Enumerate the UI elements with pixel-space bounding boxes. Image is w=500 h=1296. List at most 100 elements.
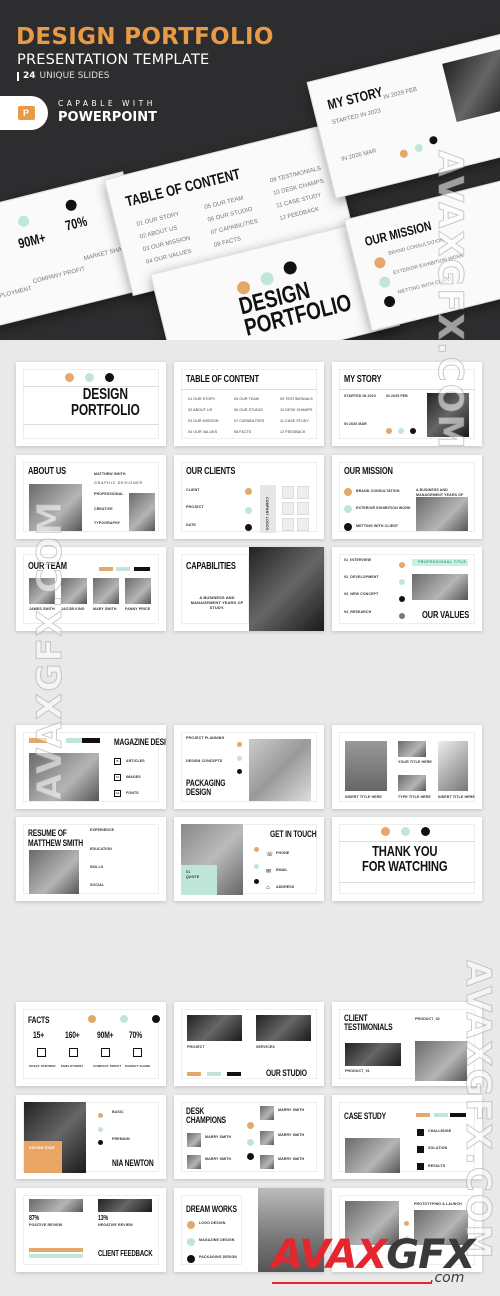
count-label: UNIQUE SLIDES — [39, 71, 110, 81]
orange-dot — [187, 1221, 195, 1229]
story-item: IN 2026 MAR — [344, 422, 367, 426]
count-number: 24 — [23, 71, 36, 81]
mint-dot — [245, 507, 252, 514]
clients-item: CLIENT — [186, 488, 200, 492]
hero-title: DESIGN PORTFOLIO — [16, 24, 274, 50]
gallery-caption: YOUR TITLE HERE — [398, 760, 432, 764]
negative-label: NEGATIVE REVIEW — [98, 1223, 133, 1227]
packaging-item: PROJECT PLANNING — [186, 736, 225, 740]
studio-item: PROJECT — [187, 1045, 205, 1049]
toc-item: 06 OUR STUDIO — [234, 408, 263, 412]
company-logo-icon — [282, 486, 294, 499]
black-dot — [382, 294, 397, 309]
resume-section: EXPERIENCE — [90, 828, 115, 832]
photo — [256, 1015, 311, 1041]
newton-name: NIA NEWTON — [112, 1158, 154, 1168]
magazine-title: MAGAZINE DESIGN — [114, 737, 166, 747]
bar-icon — [17, 71, 19, 81]
mint-dot — [344, 505, 352, 513]
slide-thanks[interactable]: THANK YOU FOR WATCHING — [332, 817, 482, 901]
toc-col-3: 09 TESTIMONIALS 10 DESK CHAMPS 11 CASE S… — [269, 163, 332, 226]
orange-dot — [254, 847, 259, 852]
about-title: ABOUT US — [28, 466, 66, 477]
fact-value: 15+ — [33, 1030, 45, 1040]
preview-mission: OUR MISSION BRAND CONSULTATION EXTERIOR … — [343, 173, 500, 332]
photo — [398, 775, 426, 791]
fact-label: EMPLOYMENT — [0, 285, 33, 302]
orange-dot — [381, 827, 390, 836]
logo-underline — [272, 1282, 432, 1284]
toc-col-2: 05 OUR TEAM 06 OUR STUDIO 07 CAPABILITIE… — [203, 191, 262, 253]
slide-facts[interactable]: FACTS 15+ GREAT PARTNER 160+ EMPLOYMENT 90M+… — [16, 1002, 166, 1086]
champion-name: MARRY SMITH — [278, 1157, 305, 1161]
photo — [442, 49, 500, 123]
team-member-name: MARY SMITH — [93, 607, 117, 611]
orange-dot — [373, 256, 387, 270]
packaging-item: DESIGN CONCEPTS — [186, 759, 223, 763]
black-swatch — [82, 738, 100, 743]
fact-label: EMPLOYMENT — [61, 1064, 84, 1068]
toc-item: 10 DESK CHAMPS — [280, 408, 313, 412]
quote-card: 01 QUOTE — [181, 865, 217, 895]
card-number: 01 — [186, 870, 191, 874]
slide-gallery[interactable]: INSERT TITLE HERE YOUR TITLE HERE TYPE T… — [332, 725, 482, 809]
photo — [345, 1043, 401, 1066]
gallery-caption: INSERT TITLE HERE — [345, 795, 382, 799]
slide-toc[interactable]: TABLE OF CONTENT 01 OUR STORY 02 ABOUT US… — [174, 362, 324, 446]
black-dot — [187, 1255, 195, 1263]
photo — [345, 1138, 400, 1173]
fact-label: GREAT PARTNER — [29, 1064, 56, 1068]
orange-dot — [65, 373, 74, 382]
fact-icon — [133, 1048, 142, 1057]
clients-item: DATE — [186, 523, 196, 527]
slide-resume[interactable]: RESUME OF MATTHEW SMITH EXPERIENCE EDUCA… — [16, 817, 166, 901]
slide-cover[interactable]: DESIGN PORTFOLIO — [16, 362, 166, 446]
card-label: DESIGN STAR — [29, 1146, 55, 1150]
values-item: 02_DEVELOPMENT — [344, 575, 379, 579]
mission-item: BRAND CONSULTATION — [356, 489, 400, 493]
champion-name: MARRY SMITH — [278, 1133, 305, 1137]
black-dot — [254, 879, 259, 884]
studio-item: SERVICES — [256, 1045, 275, 1049]
champions-title: DESK CHAMPIONS — [186, 1107, 226, 1125]
title-line: DESIGN — [186, 787, 211, 797]
slide-capabilities[interactable]: CAPABILITIES A BUSINESS AND MANAGEMENT Y… — [174, 547, 324, 631]
about-name: MATTHEW SMITH — [94, 472, 126, 476]
black-dot — [344, 523, 352, 531]
slide-studio[interactable]: PROJECT SERVICES OUR STUDIO — [174, 1002, 324, 1086]
black-dot — [399, 596, 405, 602]
slide-packaging[interactable]: PROJECT PLANNING DESIGN CONCEPTS PACKAGI… — [174, 725, 324, 809]
orange-swatch — [187, 1072, 201, 1076]
capabilities-quote: A BUSINESS AND MANAGEMENT YEARS OF STUDY… — [190, 595, 244, 610]
slide-clients[interactable]: OUR CLIENTS CLIENT PROJECT DATE COMPANY … — [174, 455, 324, 539]
team-member-name: FANNY PRICE — [125, 607, 151, 611]
mint-dot — [398, 428, 404, 434]
magazine-item-icon: M — [114, 774, 121, 781]
values-item: 04_RESEARCH — [344, 610, 372, 614]
phone-icon: ☏ — [266, 852, 274, 858]
slide-values[interactable]: 01_INTERVIEW 02_DEVELOPMENT 03_NEW CONCE… — [332, 547, 482, 631]
slide-mission[interactable]: OUR MISSION BRAND CONSULTATION EXTERIOR … — [332, 455, 482, 539]
logos-band: COMPANY LOGOS — [260, 485, 276, 533]
magazine-item-icon: Aa — [114, 790, 121, 797]
slide-newton[interactable]: DESIGN STAR BASIC PREMIUM NIA NEWTON — [16, 1095, 166, 1179]
team-photo — [125, 578, 151, 604]
mission-item: EXTERIOR EXHIBITION WORK — [356, 506, 411, 510]
studio-title: OUR STUDIO — [266, 1068, 307, 1078]
slide-feedback[interactable]: 87% POSITIVE REVIEW 13% NEGATIVE REVIEW … — [16, 1188, 166, 1272]
newton-item: BASIC — [112, 1110, 124, 1114]
badge-label: PROFESSIONAL TITLE — [418, 560, 467, 564]
black-dot — [237, 769, 242, 774]
photo — [412, 574, 468, 600]
values-title: OUR VALUES — [422, 610, 470, 621]
mint-dot — [247, 1139, 254, 1146]
photo — [29, 850, 79, 894]
story-item: IN 2026 MAR — [340, 148, 378, 163]
product-label: PRODUCT_02 — [415, 1017, 440, 1021]
slide-champions[interactable]: DESK CHAMPIONS MARRY SMITH MARRY SMITH MAR… — [174, 1095, 324, 1179]
toc-item: 09 TESTIMONIALS — [280, 397, 313, 401]
company-logo-icon — [297, 486, 309, 499]
negative-bar — [29, 1254, 83, 1258]
slide-contact[interactable]: 01 QUOTE GET IN TOUCH ☏ PHONE ✉ EMAIL ⌂ … — [174, 817, 324, 901]
orange-dot — [386, 428, 392, 434]
